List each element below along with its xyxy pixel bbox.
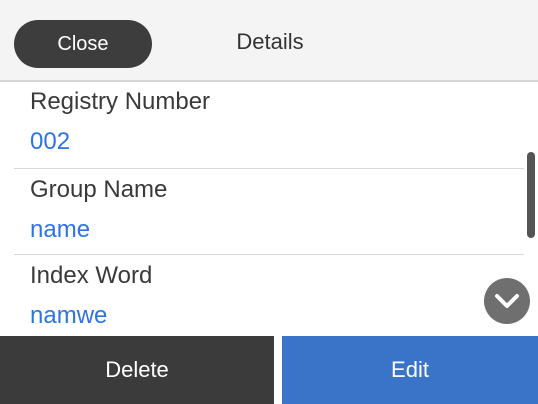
list-item-registry-number: Registry Number 002 — [0, 86, 524, 158]
list-item-group-name: Group Name name — [0, 174, 524, 246]
footer-bar: Delete Edit — [0, 336, 538, 404]
list-item-index-word: Index Word namwe — [0, 260, 524, 332]
close-button-label: Close — [57, 32, 109, 55]
field-label: Registry Number — [30, 88, 211, 115]
divider — [14, 168, 524, 169]
field-value: namwe — [30, 302, 108, 329]
details-screen: Close Details Registry Number 002 Group … — [0, 0, 538, 404]
page-title: Details — [236, 29, 304, 54]
field-value: 002 — [30, 128, 71, 155]
field-value: name — [30, 216, 91, 243]
delete-button-label: Delete — [105, 357, 169, 382]
delete-button[interactable]: Delete — [0, 336, 274, 404]
chevron-down-icon — [495, 294, 519, 308]
details-list[interactable]: Registry Number 002 Group Name name Inde… — [0, 82, 538, 336]
header-bar: Close Details — [0, 0, 538, 82]
field-label: Index Word — [30, 262, 153, 289]
divider — [14, 254, 524, 255]
scrollbar[interactable] — [527, 152, 535, 238]
edit-button[interactable]: Edit — [282, 336, 538, 404]
scroll-down-button[interactable] — [484, 278, 530, 324]
edit-button-label: Edit — [391, 357, 429, 382]
field-label: Group Name — [30, 176, 168, 203]
close-button[interactable]: Close — [14, 20, 152, 68]
